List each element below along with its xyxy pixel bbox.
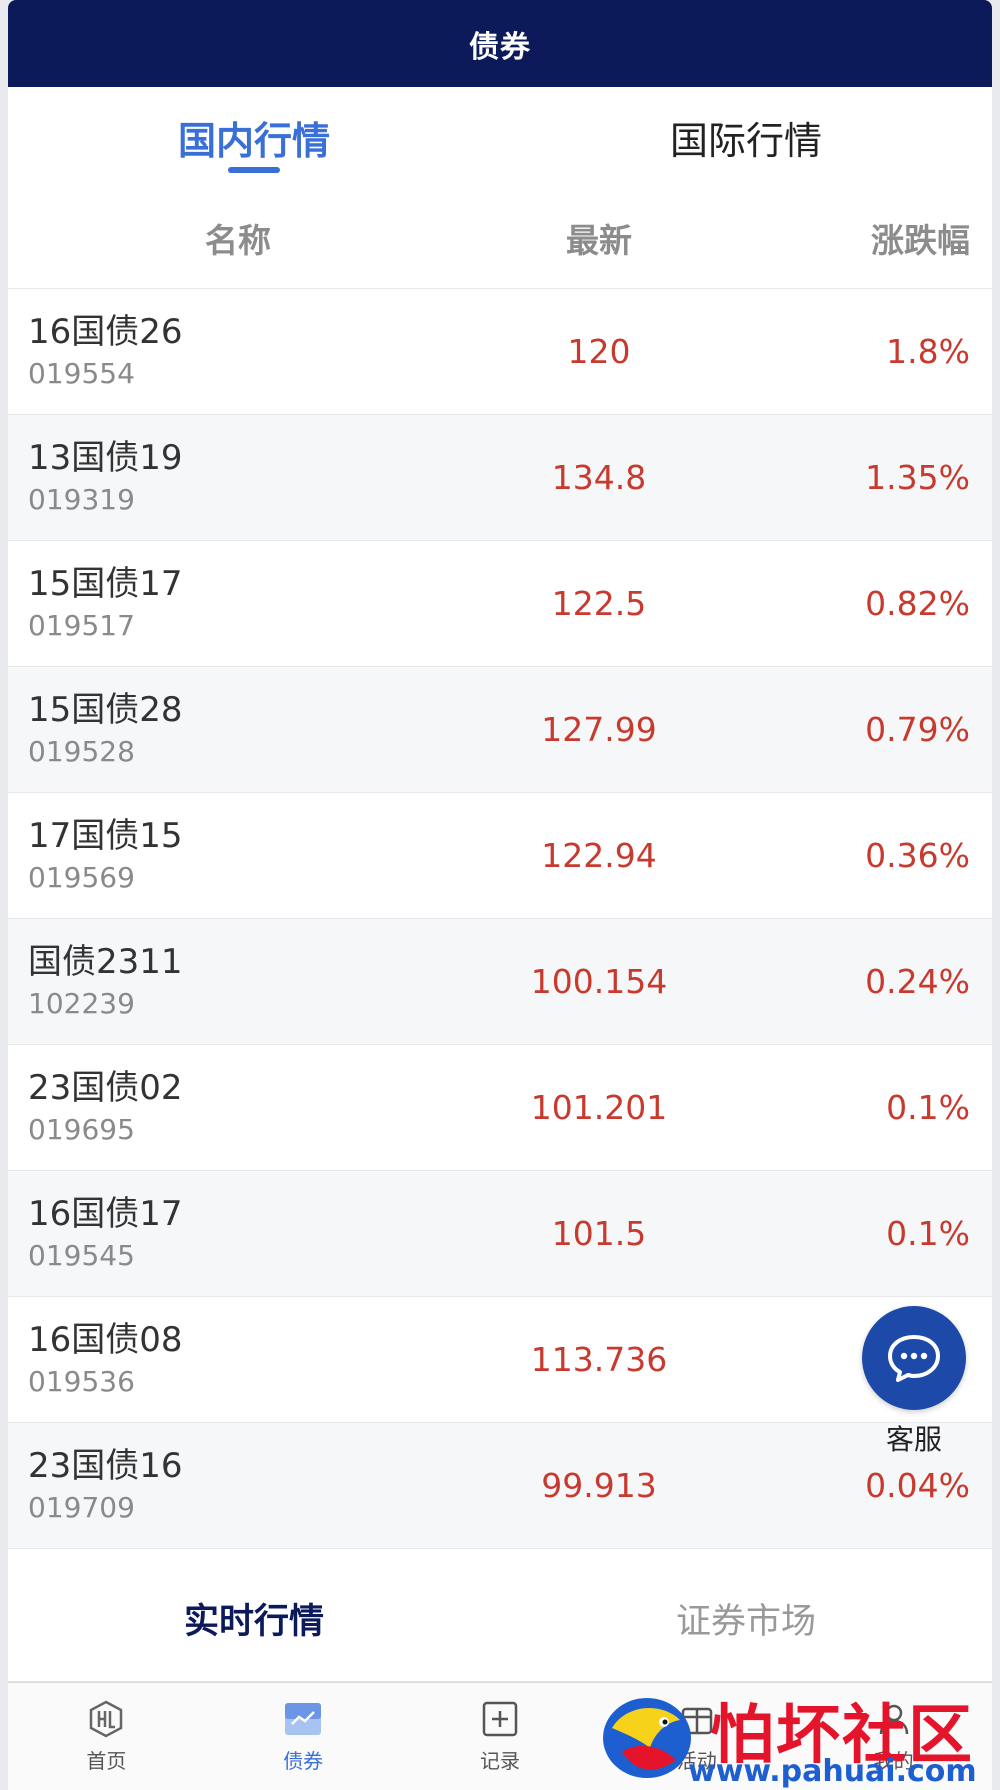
tab-international[interactable]: 国际行情: [500, 87, 992, 187]
bond-price: 100.154: [530, 962, 668, 1001]
customer-service-label: 客服: [885, 1423, 942, 1456]
trend-chart-icon: [283, 1699, 323, 1739]
bond-name: 16国债17: [28, 1193, 183, 1234]
bond-code: 019695: [28, 1112, 135, 1146]
bond-price: 113.736: [530, 1340, 668, 1379]
table-row[interactable]: 15国债28 019528 127.99 0.79%: [8, 667, 992, 793]
bond-name: 15国债17: [28, 563, 183, 604]
bond-name-cell: 23国债02 019695: [8, 1066, 468, 1150]
site-watermark: 怕坏社区 www.pahuai.com: [592, 1682, 982, 1790]
bond-name-cell: 17国债15 019569: [8, 814, 468, 898]
bond-name: 16国债08: [28, 1319, 183, 1360]
bond-name-cell: 15国债28 019528: [8, 688, 468, 772]
bond-name-cell: 16国债17 019545: [8, 1192, 468, 1276]
column-header-change[interactable]: 涨跌幅: [730, 214, 992, 262]
bond-code: 019554: [28, 356, 135, 390]
bond-name-cell: 16国债08 019536: [8, 1318, 468, 1402]
bond-name: 国债2311: [28, 941, 183, 982]
bond-code: 102239: [28, 986, 135, 1020]
bond-name: 16国债26: [28, 311, 183, 352]
bond-change: 0.04%: [865, 1466, 970, 1505]
fish-logo-icon: [603, 1698, 691, 1778]
bond-code: 019517: [28, 608, 135, 642]
nav-item-records[interactable]: 记录: [402, 1683, 599, 1790]
bond-change: 0.1%: [886, 1214, 970, 1253]
customer-service-button[interactable]: 客服: [862, 1306, 966, 1458]
bond-price: 101.5: [551, 1214, 647, 1253]
table-row[interactable]: 16国债17 019545 101.5 0.1%: [8, 1171, 992, 1297]
bond-code: 019569: [28, 860, 135, 894]
column-header-name[interactable]: 名称: [8, 214, 468, 262]
bond-name: 13国债19: [28, 437, 183, 478]
market-tabs: 国内行情 国际行情: [8, 87, 992, 187]
bond-name-cell: 23国债16 019709: [8, 1444, 468, 1528]
bond-name: 23国债16: [28, 1445, 183, 1486]
bond-price: 120: [567, 332, 631, 371]
nav-item-bonds[interactable]: 债券: [205, 1683, 402, 1790]
watermark-url: www.pahuai.com: [688, 1754, 977, 1789]
section-tabs: 实时行情 证券市场: [8, 1556, 992, 1682]
bond-code: 019545: [28, 1238, 135, 1272]
table-row[interactable]: 23国债16 019709 99.913 0.04%: [8, 1423, 992, 1549]
bond-name: 23国债02: [28, 1067, 183, 1108]
active-tab-indicator: [228, 167, 280, 173]
chat-bubble-icon[interactable]: [862, 1306, 966, 1410]
nav-item-home[interactable]: 首页: [8, 1683, 205, 1790]
bond-name-cell: 15国债17 019517: [8, 562, 468, 646]
bond-change: 0.79%: [865, 710, 970, 749]
bond-price: 122.5: [551, 584, 647, 623]
hl-logo-icon: [86, 1699, 126, 1739]
bond-name: 15国债28: [28, 689, 183, 730]
bond-price: 134.8: [551, 458, 647, 497]
bond-list: 16国债26 019554 120 1.8% 13国债19 019319 134…: [8, 289, 992, 1549]
bond-code: 019528: [28, 734, 135, 768]
bond-change: 1.8%: [886, 332, 970, 371]
bond-change: 0.36%: [865, 836, 970, 875]
bond-name: 17国债15: [28, 815, 183, 856]
bond-change: 1.35%: [865, 458, 970, 497]
bond-change: 0.24%: [865, 962, 970, 1001]
bond-code: 019536: [28, 1364, 135, 1398]
bond-change: 0.82%: [865, 584, 970, 623]
bond-code: 019319: [28, 482, 135, 516]
nav-label-bonds: 债券: [283, 1749, 324, 1773]
plus-square-icon: [480, 1699, 520, 1739]
bond-name-cell: 国债2311 102239: [8, 940, 468, 1024]
tab-domestic-label: 国内行情: [177, 118, 330, 163]
bond-price: 101.201: [530, 1088, 668, 1127]
tab-realtime-quotes[interactable]: 实时行情: [8, 1593, 500, 1644]
table-row[interactable]: 17国债15 019569 122.94 0.36%: [8, 793, 992, 919]
table-row[interactable]: 23国债02 019695 101.201 0.1%: [8, 1045, 992, 1171]
bond-change: 0.1%: [886, 1088, 970, 1127]
table-row[interactable]: 国债2311 102239 100.154 0.24%: [8, 919, 992, 1045]
page-title: 债券: [469, 29, 531, 65]
column-header-price[interactable]: 最新: [468, 214, 730, 262]
table-row[interactable]: 15国债17 019517 122.5 0.82%: [8, 541, 992, 667]
bond-price: 99.913: [541, 1466, 657, 1505]
bond-name-cell: 13国债19 019319: [8, 436, 468, 520]
nav-label-records: 记录: [479, 1749, 520, 1773]
tab-domestic[interactable]: 国内行情: [8, 87, 500, 187]
table-row[interactable]: 16国债08 019536 113.736: [8, 1297, 992, 1423]
nav-label-home: 首页: [86, 1749, 127, 1773]
bond-code: 019709: [28, 1490, 135, 1524]
table-row[interactable]: 16国债26 019554 120 1.8%: [8, 289, 992, 415]
table-header: 名称 最新 涨跌幅: [8, 187, 992, 289]
bond-price: 127.99: [541, 710, 657, 749]
tab-securities-market[interactable]: 证券市场: [500, 1593, 992, 1644]
app-frame: 债券 国内行情 国际行情 名称 最新 涨跌幅 16国债26 019554 120…: [8, 0, 992, 1790]
table-row[interactable]: 13国债19 019319 134.8 1.35%: [8, 415, 992, 541]
page-header: 债券: [8, 0, 992, 87]
tab-international-label: 国际行情: [669, 118, 822, 163]
bond-price: 122.94: [541, 836, 657, 875]
bond-name-cell: 16国债26 019554: [8, 310, 468, 394]
